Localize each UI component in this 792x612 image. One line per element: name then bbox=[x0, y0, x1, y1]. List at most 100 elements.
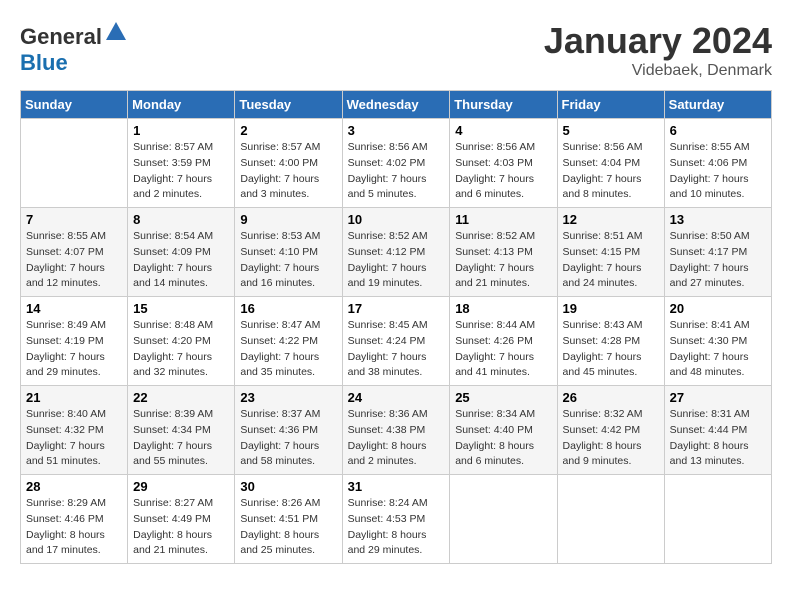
day-info: Sunrise: 8:26 AMSunset: 4:51 PMDaylight:… bbox=[240, 496, 336, 559]
day-info: Sunrise: 8:51 AMSunset: 4:15 PMDaylight:… bbox=[563, 229, 659, 292]
table-row: 5 Sunrise: 8:56 AMSunset: 4:04 PMDaylight… bbox=[557, 119, 664, 208]
calendar-week-row: 14 Sunrise: 8:49 AMSunset: 4:19 PMDayligh… bbox=[21, 297, 772, 386]
logo: General Blue bbox=[20, 20, 128, 76]
table-row: 30 Sunrise: 8:26 AMSunset: 4:51 PMDayligh… bbox=[235, 475, 342, 564]
table-row: 3Sunrise: 8:56 AMSunset: 4:02 PMDaylight… bbox=[342, 119, 450, 208]
header-sunday: Sunday bbox=[21, 91, 128, 119]
day-number: 28 bbox=[26, 479, 122, 494]
day-number: 4 bbox=[455, 123, 551, 138]
day-info: Sunrise: 8:27 AMSunset: 4:49 PMDaylight:… bbox=[133, 496, 229, 559]
table-row: 19 Sunrise: 8:43 AMSunset: 4:28 PMDayligh… bbox=[557, 297, 664, 386]
calendar-week-row: 7Sunrise: 8:55 AMSunset: 4:07 PMDaylight… bbox=[21, 208, 772, 297]
day-number: 10 bbox=[348, 212, 445, 227]
day-number: 16 bbox=[240, 301, 336, 316]
table-row: 13 Sunrise: 8:50 AMSunset: 4:17 PMDayligh… bbox=[664, 208, 771, 297]
logo-blue: Blue bbox=[20, 50, 68, 75]
table-row: 27 Sunrise: 8:31 AMSunset: 4:44 PMDayligh… bbox=[664, 386, 771, 475]
day-info: Sunrise: 8:53 AMSunset: 4:10 PMDaylight:… bbox=[240, 229, 336, 292]
table-row: 25 Sunrise: 8:34 AMSunset: 4:40 PMDayligh… bbox=[450, 386, 557, 475]
day-number: 24 bbox=[348, 390, 445, 405]
day-number: 6 bbox=[670, 123, 766, 138]
table-row: 26 Sunrise: 8:32 AMSunset: 4:42 PMDayligh… bbox=[557, 386, 664, 475]
day-info: Sunrise: 8:56 AMSunset: 4:02 PMDaylight:… bbox=[348, 140, 445, 203]
header-thursday: Thursday bbox=[450, 91, 557, 119]
header-saturday: Saturday bbox=[664, 91, 771, 119]
day-info: Sunrise: 8:36 AMSunset: 4:38 PMDaylight:… bbox=[348, 407, 445, 470]
day-info: Sunrise: 8:34 AMSunset: 4:40 PMDaylight:… bbox=[455, 407, 551, 470]
title-block: January 2024 Videbaek, Denmark bbox=[544, 20, 772, 80]
table-row: 2Sunrise: 8:57 AMSunset: 4:00 PMDaylight… bbox=[235, 119, 342, 208]
table-row: 7Sunrise: 8:55 AMSunset: 4:07 PMDaylight… bbox=[21, 208, 128, 297]
day-number: 13 bbox=[670, 212, 766, 227]
day-number: 29 bbox=[133, 479, 229, 494]
day-info: Sunrise: 8:55 AMSunset: 4:06 PMDaylight:… bbox=[670, 140, 766, 203]
day-number: 11 bbox=[455, 212, 551, 227]
table-row: 14 Sunrise: 8:49 AMSunset: 4:19 PMDayligh… bbox=[21, 297, 128, 386]
table-row: 24 Sunrise: 8:36 AMSunset: 4:38 PMDayligh… bbox=[342, 386, 450, 475]
table-row: 18 Sunrise: 8:44 AMSunset: 4:26 PMDayligh… bbox=[450, 297, 557, 386]
day-number: 19 bbox=[563, 301, 659, 316]
table-row: 21 Sunrise: 8:40 AMSunset: 4:32 PMDayligh… bbox=[21, 386, 128, 475]
table-row: 15 Sunrise: 8:48 AMSunset: 4:20 PMDayligh… bbox=[128, 297, 235, 386]
day-info: Sunrise: 8:24 AMSunset: 4:53 PMDaylight:… bbox=[348, 496, 445, 559]
day-number: 27 bbox=[670, 390, 766, 405]
day-info: Sunrise: 8:54 AMSunset: 4:09 PMDaylight:… bbox=[133, 229, 229, 292]
month-year-title: January 2024 bbox=[544, 20, 772, 62]
logo-icon bbox=[104, 20, 128, 44]
day-number: 22 bbox=[133, 390, 229, 405]
header-wednesday: Wednesday bbox=[342, 91, 450, 119]
table-row: 12Sunrise: 8:51 AMSunset: 4:15 PMDayligh… bbox=[557, 208, 664, 297]
table-row: 1Sunrise: 8:57 AMSunset: 3:59 PMDaylight… bbox=[128, 119, 235, 208]
table-row: 8 Sunrise: 8:54 AMSunset: 4:09 PMDaylight… bbox=[128, 208, 235, 297]
header-friday: Friday bbox=[557, 91, 664, 119]
day-info: Sunrise: 8:45 AMSunset: 4:24 PMDaylight:… bbox=[348, 318, 445, 381]
day-info: Sunrise: 8:57 AMSunset: 3:59 PMDaylight:… bbox=[133, 140, 229, 203]
day-info: Sunrise: 8:44 AMSunset: 4:26 PMDaylight:… bbox=[455, 318, 551, 381]
day-number: 14 bbox=[26, 301, 122, 316]
table-row bbox=[450, 475, 557, 564]
day-info: Sunrise: 8:29 AMSunset: 4:46 PMDaylight:… bbox=[26, 496, 122, 559]
day-number: 8 bbox=[133, 212, 229, 227]
day-number: 26 bbox=[563, 390, 659, 405]
table-row: 4 Sunrise: 8:56 AMSunset: 4:03 PMDaylight… bbox=[450, 119, 557, 208]
calendar-table: Sunday Monday Tuesday Wednesday Thursday… bbox=[20, 90, 772, 564]
day-info: Sunrise: 8:49 AMSunset: 4:19 PMDaylight:… bbox=[26, 318, 122, 381]
day-number: 18 bbox=[455, 301, 551, 316]
day-number: 30 bbox=[240, 479, 336, 494]
header-tuesday: Tuesday bbox=[235, 91, 342, 119]
day-info: Sunrise: 8:50 AMSunset: 4:17 PMDaylight:… bbox=[670, 229, 766, 292]
table-row: 22Sunrise: 8:39 AMSunset: 4:34 PMDayligh… bbox=[128, 386, 235, 475]
calendar-header-row: Sunday Monday Tuesday Wednesday Thursday… bbox=[21, 91, 772, 119]
table-row: 23Sunrise: 8:37 AMSunset: 4:36 PMDayligh… bbox=[235, 386, 342, 475]
day-info: Sunrise: 8:56 AMSunset: 4:03 PMDaylight:… bbox=[455, 140, 551, 203]
day-number: 5 bbox=[563, 123, 659, 138]
day-info: Sunrise: 8:57 AMSunset: 4:00 PMDaylight:… bbox=[240, 140, 336, 203]
day-info: Sunrise: 8:32 AMSunset: 4:42 PMDaylight:… bbox=[563, 407, 659, 470]
day-info: Sunrise: 8:56 AMSunset: 4:04 PMDaylight:… bbox=[563, 140, 659, 203]
day-number: 23 bbox=[240, 390, 336, 405]
day-number: 9 bbox=[240, 212, 336, 227]
table-row: 28 Sunrise: 8:29 AMSunset: 4:46 PMDayligh… bbox=[21, 475, 128, 564]
table-row: 29 Sunrise: 8:27 AMSunset: 4:49 PMDayligh… bbox=[128, 475, 235, 564]
table-row: 9 Sunrise: 8:53 AMSunset: 4:10 PMDaylight… bbox=[235, 208, 342, 297]
table-row: 16 Sunrise: 8:47 AMSunset: 4:22 PMDayligh… bbox=[235, 297, 342, 386]
day-number: 21 bbox=[26, 390, 122, 405]
table-row bbox=[664, 475, 771, 564]
day-number: 25 bbox=[455, 390, 551, 405]
day-info: Sunrise: 8:31 AMSunset: 4:44 PMDaylight:… bbox=[670, 407, 766, 470]
day-number: 7 bbox=[26, 212, 122, 227]
table-row: 10 Sunrise: 8:52 AMSunset: 4:12 PMDayligh… bbox=[342, 208, 450, 297]
table-row: 11 Sunrise: 8:52 AMSunset: 4:13 PMDayligh… bbox=[450, 208, 557, 297]
table-row: 6 Sunrise: 8:55 AMSunset: 4:06 PMDaylight… bbox=[664, 119, 771, 208]
table-row: 31Sunrise: 8:24 AMSunset: 4:53 PMDayligh… bbox=[342, 475, 450, 564]
day-info: Sunrise: 8:47 AMSunset: 4:22 PMDaylight:… bbox=[240, 318, 336, 381]
day-info: Sunrise: 8:40 AMSunset: 4:32 PMDaylight:… bbox=[26, 407, 122, 470]
table-row bbox=[21, 119, 128, 208]
day-info: Sunrise: 8:48 AMSunset: 4:20 PMDaylight:… bbox=[133, 318, 229, 381]
day-info: Sunrise: 8:52 AMSunset: 4:13 PMDaylight:… bbox=[455, 229, 551, 292]
page-header: General Blue January 2024 Videbaek, Denm… bbox=[20, 20, 772, 80]
logo-general: General bbox=[20, 24, 102, 49]
day-number: 15 bbox=[133, 301, 229, 316]
day-info: Sunrise: 8:52 AMSunset: 4:12 PMDaylight:… bbox=[348, 229, 445, 292]
day-info: Sunrise: 8:43 AMSunset: 4:28 PMDaylight:… bbox=[563, 318, 659, 381]
